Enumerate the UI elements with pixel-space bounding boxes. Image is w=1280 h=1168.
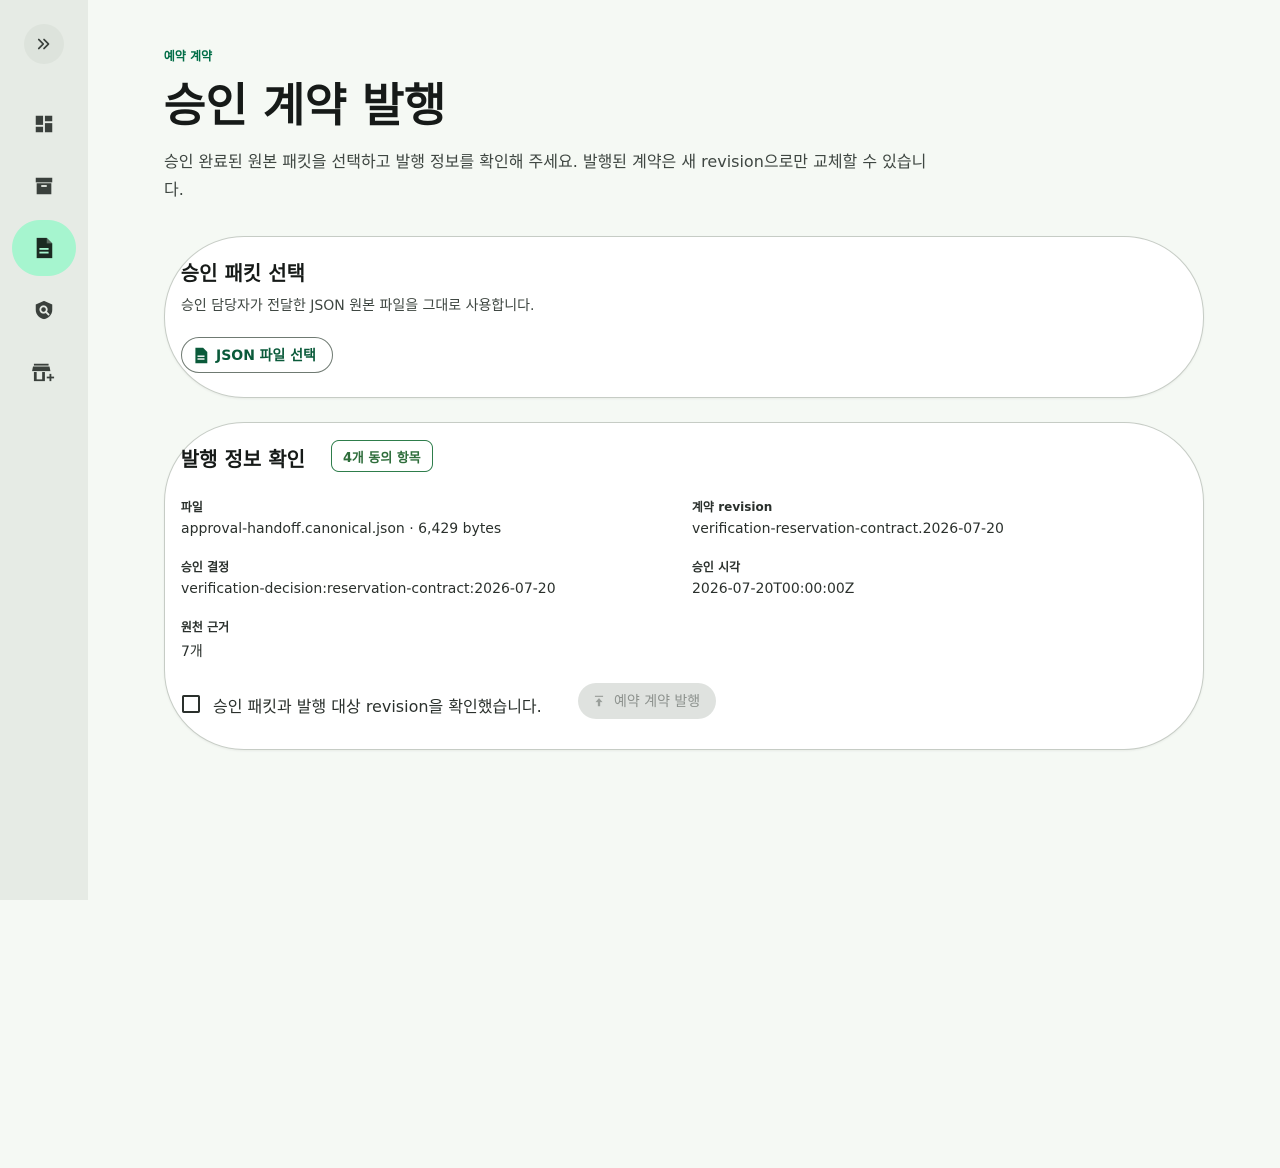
nav-item-dashboard[interactable] (12, 96, 76, 152)
page-eyebrow: 예약 계약 (164, 49, 213, 63)
publish-contract-label: 예약 계약 발행 (614, 694, 701, 710)
dashboard-icon (35, 115, 53, 133)
confirm-checkbox-label[interactable]: 승인 패킷과 발행 대상 revision을 확인했습니다. (213, 693, 542, 717)
expand-rail-button[interactable] (24, 24, 64, 64)
approval-time-value: 2026-07-20T00:00:00Z (692, 581, 855, 597)
archive-icon (35, 177, 53, 195)
consent-count-badge: 4개 동의 항목 (331, 440, 433, 472)
file-icon (195, 347, 208, 363)
nav-item-contract[interactable] (12, 220, 76, 276)
navigation-rail (0, 0, 88, 900)
publish-contract-button[interactable]: 예약 계약 발행 (578, 683, 717, 719)
select-json-label: JSON 파일 선택 (216, 348, 317, 364)
decision-value: verification-decision:reservation-contra… (181, 581, 556, 597)
evidence-value: 7개 (181, 644, 203, 660)
evidence-label: 원천 근거 (181, 620, 230, 634)
nav-item-verification[interactable] (12, 282, 76, 338)
file-value: approval-handoff.canonical.json · 6,429 … (181, 521, 502, 537)
double-chevron-right-icon (37, 38, 50, 50)
nav-item-archive[interactable] (12, 158, 76, 214)
approval-time-label: 승인 시각 (692, 560, 741, 574)
packet-card-title: 승인 패킷 선택 (181, 261, 306, 285)
page-description: 승인 완료된 원본 패킷을 선택하고 발행 정보를 확인해 주세요. 발행된 계… (164, 152, 927, 199)
nav-item-add-store[interactable] (12, 344, 76, 400)
publish-review-card: 발행 정보 확인 4개 동의 항목 파일 approval-handoff.ca… (164, 422, 1204, 750)
review-card-title: 발행 정보 확인 (181, 447, 306, 471)
file-label: 파일 (181, 500, 204, 514)
revision-value: verification-reservation-contract.2026-0… (692, 521, 1004, 537)
decision-label: 승인 결정 (181, 560, 230, 574)
packet-select-card: 승인 패킷 선택 승인 담당자가 전달한 JSON 원본 파일을 그대로 사용합… (164, 236, 1204, 398)
publish-icon (594, 695, 604, 707)
shield-search-icon (35, 300, 53, 320)
revision-label: 계약 revision (692, 500, 773, 514)
page-title: 승인 계약 발행 (164, 78, 446, 132)
add-business-icon (32, 363, 55, 382)
confirm-checkbox[interactable] (182, 695, 200, 713)
packet-card-subtitle: 승인 담당자가 전달한 JSON 원본 파일을 그대로 사용합니다. (181, 298, 535, 314)
select-json-button[interactable]: JSON 파일 선택 (181, 337, 334, 373)
document-icon (36, 237, 53, 259)
